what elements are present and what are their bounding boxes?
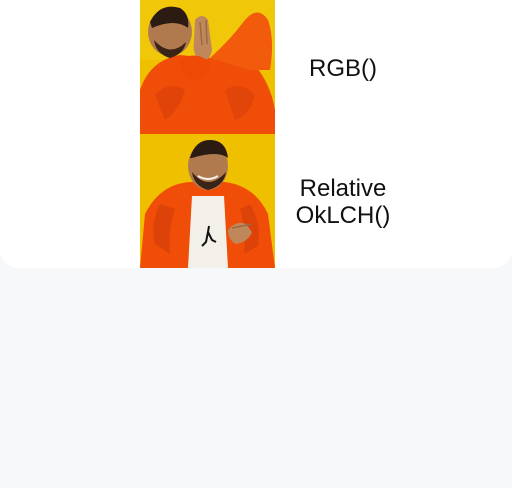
bottom-caption-line-2: OkLCH() — [295, 202, 391, 229]
top-caption: RGB() — [263, 55, 423, 82]
bottom-caption: Relative OkLCH() — [263, 175, 423, 229]
top-caption-text: RGB() — [309, 55, 377, 82]
bottom-caption-line-1: Relative — [299, 175, 387, 202]
approving-person-illustration — [140, 134, 275, 268]
disapproving-person-illustration — [140, 0, 275, 134]
meme-card: RGB() Relative OkLCH() — [0, 0, 512, 268]
meme-panel-disapproving — [140, 0, 275, 134]
meme-panel-approving — [140, 134, 275, 268]
